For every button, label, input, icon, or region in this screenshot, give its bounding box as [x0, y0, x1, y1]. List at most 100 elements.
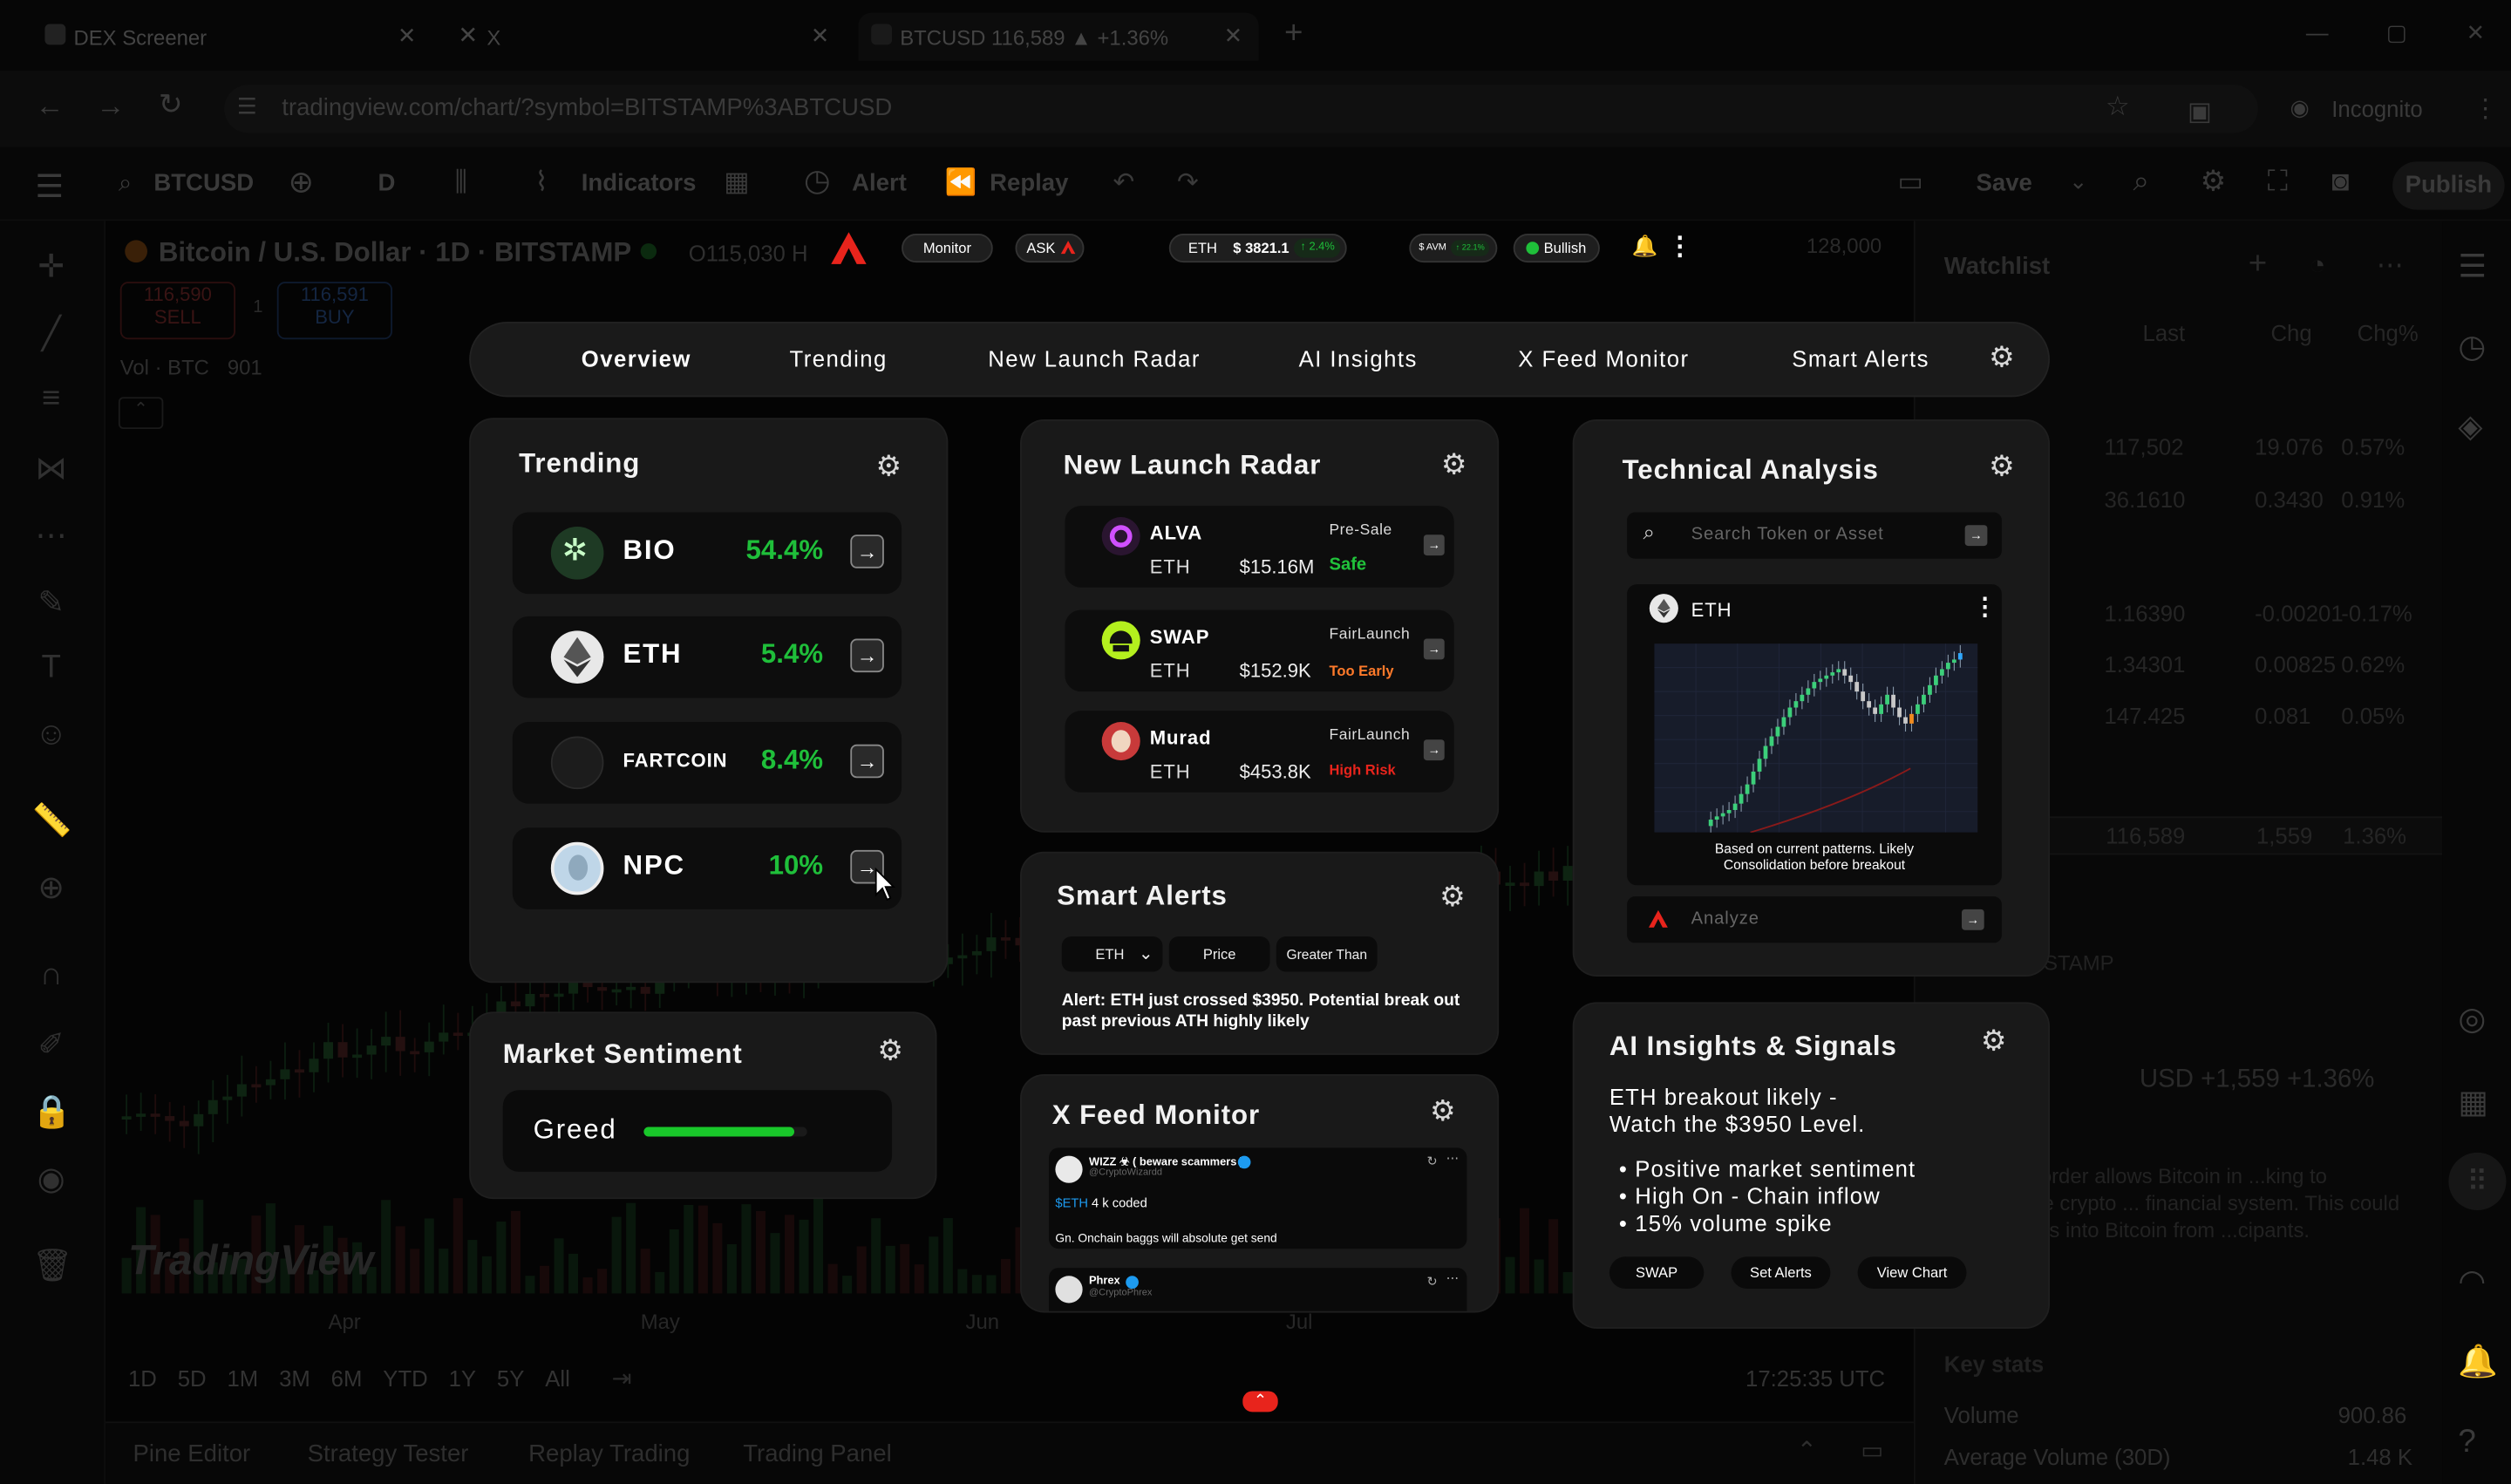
trending-gear-icon[interactable]: ⚙ [874, 452, 903, 480]
more-icon[interactable]: ⋯ [1446, 1151, 1460, 1166]
fullscreen-icon[interactable]: ⛶ [2268, 165, 2288, 199]
ai-gear-icon[interactable]: ⚙ [1979, 1026, 2008, 1055]
xfeed-gear-icon[interactable]: ⚙ [1428, 1097, 1457, 1126]
emoji-icon[interactable]: ☺ [32, 718, 71, 756]
date-range-icon[interactable]: ⇥ [612, 1364, 632, 1392]
sentiment-pill[interactable]: Bullish [1513, 234, 1600, 263]
snapshot-icon[interactable]: ◙ [2331, 165, 2349, 199]
arrow-right-icon[interactable]: → [850, 744, 884, 779]
buy-button[interactable]: 116,591 BUY [276, 282, 392, 340]
ruler-icon[interactable]: 📏 [32, 800, 72, 839]
nav-ai-insights[interactable]: AI Insights [1299, 346, 1418, 371]
kebab-menu-icon[interactable]: ⋮ [1667, 230, 1692, 262]
eth-ticker[interactable]: ETH $ 3821.1 ↑ 2.4% [1168, 234, 1347, 263]
templates-icon[interactable]: ▦ [724, 167, 750, 199]
replay-button[interactable]: Replay [990, 170, 1068, 197]
trash-icon[interactable]: 🗑 [32, 1245, 73, 1283]
nav-settings-gear-icon[interactable]: ⚙ [1987, 343, 2016, 371]
view-chart-button[interactable]: View Chart [1857, 1256, 1967, 1289]
refresh-icon[interactable]: ↻ [1427, 1154, 1438, 1169]
arrow-right-icon[interactable]: → [1423, 739, 1445, 761]
range-5d[interactable]: 5D [178, 1365, 207, 1398]
brush-icon[interactable]: ✎ [32, 582, 71, 621]
forward-icon[interactable]: → [96, 90, 125, 124]
settings-icon[interactable]: ⚙ [2201, 165, 2227, 199]
symbol-label[interactable]: BTCUSD [153, 170, 254, 197]
metric-select[interactable]: Price [1168, 936, 1270, 972]
range-all[interactable]: All [545, 1365, 570, 1398]
tv-menu-icon[interactable]: ☰ [35, 167, 64, 207]
tab-dex-screener[interactable]: DEX Screener ✕ [32, 13, 432, 61]
trending-row[interactable]: ✲ BIO 54.4% → [512, 512, 902, 595]
back-icon[interactable]: ← [35, 90, 64, 124]
lock-drawing-icon[interactable]: ✐ [32, 1025, 71, 1063]
nav-overview[interactable]: Overview [582, 346, 691, 371]
calendar-icon[interactable]: ▦ [2458, 1082, 2488, 1122]
close-window-icon[interactable]: ✕ [2467, 19, 2486, 46]
reload-icon[interactable]: ↻ [159, 88, 183, 122]
tab-replay-trading[interactable]: Replay Trading [528, 1440, 690, 1467]
browser-menu-icon[interactable]: ⋮ [2473, 92, 2498, 125]
layers-icon[interactable]: ◈ [2458, 406, 2482, 446]
maximize-icon[interactable]: ▢ [2386, 19, 2407, 46]
range-1m[interactable]: 1M [227, 1365, 258, 1398]
watchlist-icon[interactable]: ☰ [2458, 247, 2487, 287]
layout-icon[interactable]: ▭ [1898, 167, 1924, 199]
close-icon[interactable]: ✕ [1224, 23, 1243, 50]
visibility-icon[interactable]: ◉ [32, 1159, 71, 1197]
cast-icon[interactable]: ▣ [2188, 96, 2212, 128]
tab-btcusd[interactable]: BTCUSD 116,589 ▲ +1.36% ✕ [858, 12, 1259, 61]
set-alerts-button[interactable]: Set Alerts [1731, 1256, 1831, 1289]
arrow-right-icon[interactable]: → [1964, 525, 1988, 547]
zoom-icon[interactable]: ⊕ [32, 868, 71, 906]
range-3m[interactable]: 3M [279, 1365, 310, 1398]
trend-line-icon[interactable]: ╱ [32, 314, 71, 352]
alert-button[interactable]: Alert [852, 170, 907, 197]
bookmark-star-icon[interactable]: ☆ [2106, 92, 2130, 124]
magnet-icon[interactable]: ∩ [32, 957, 71, 996]
range-5y[interactable]: 5Y [497, 1365, 524, 1398]
range-1d[interactable]: 1D [128, 1365, 157, 1398]
sell-button[interactable]: 116,590 SELL [119, 282, 235, 340]
tweet-card[interactable]: Phrex @CryptoPhrex ↻ ⋯ [1049, 1268, 1467, 1311]
sentiment-gear-icon[interactable]: ⚙ [876, 1036, 905, 1065]
tab-pine-editor[interactable]: Pine Editor [133, 1440, 250, 1467]
pattern-icon[interactable]: ⋈ [32, 448, 71, 487]
collapse-legend-icon[interactable]: ⌃ [118, 397, 164, 430]
save-button[interactable]: Save [1977, 170, 2032, 197]
range-1y[interactable]: 1Y [449, 1365, 476, 1398]
target-icon[interactable]: ◎ [2458, 999, 2486, 1039]
nav-smart-alerts[interactable]: Smart Alerts [1792, 346, 1929, 371]
refresh-icon[interactable]: ↻ [1427, 1274, 1438, 1289]
prediction-icon[interactable]: ⋯ [32, 515, 71, 554]
text-icon[interactable]: T [32, 650, 71, 688]
arrow-right-icon[interactable]: → [850, 638, 884, 673]
launch-row[interactable]: ALVA ETH $15.16M Pre-Sale Safe → [1065, 506, 1454, 588]
lock-icon[interactable]: 🔒 [32, 1092, 72, 1130]
crosshair-icon[interactable]: ✛ [32, 247, 71, 284]
symbol-search-icon[interactable]: ⌕ [119, 170, 132, 197]
close-icon[interactable]: ✕ [398, 23, 417, 50]
range-ytd[interactable]: YTD [383, 1365, 427, 1398]
chevron-down-icon[interactable]: ⌄ [2069, 168, 2088, 195]
compare-icon[interactable]: ⊕ [289, 165, 314, 201]
asset-select[interactable]: ETH ⌄ [1061, 936, 1163, 972]
watchlist-title[interactable]: Watchlist [1944, 253, 2050, 280]
alerts-clock-icon[interactable]: ◷ [2458, 327, 2486, 367]
notification-icon[interactable]: 🔔 [1632, 234, 1658, 259]
trending-row[interactable]: NPC 10% → [512, 827, 902, 909]
minimize-icon[interactable]: — [2306, 19, 2329, 44]
advanced-view-icon[interactable]: ◔ [2310, 249, 2326, 282]
radar-gear-icon[interactable]: ⚙ [1439, 450, 1468, 479]
tab-x[interactable]: ✕ X ✕ [446, 13, 846, 61]
add-symbol-icon[interactable]: + [2249, 247, 2267, 283]
indicators-button[interactable]: Indicators [582, 170, 697, 197]
arrow-right-icon[interactable]: → [1423, 638, 1445, 660]
trending-row[interactable]: ETH 5.4% → [512, 616, 902, 698]
tab-strategy-tester[interactable]: Strategy Tester [308, 1440, 469, 1467]
notification-bell-icon[interactable]: 🔔 [2458, 1342, 2498, 1382]
launch-row[interactable]: Murad ETH $453.8K FairLaunch High Risk → [1065, 711, 1454, 793]
nav-new-launch-radar[interactable]: New Launch Radar [988, 346, 1201, 371]
fib-icon[interactable]: ≡ [32, 381, 71, 419]
interval-button[interactable]: D [378, 170, 395, 197]
